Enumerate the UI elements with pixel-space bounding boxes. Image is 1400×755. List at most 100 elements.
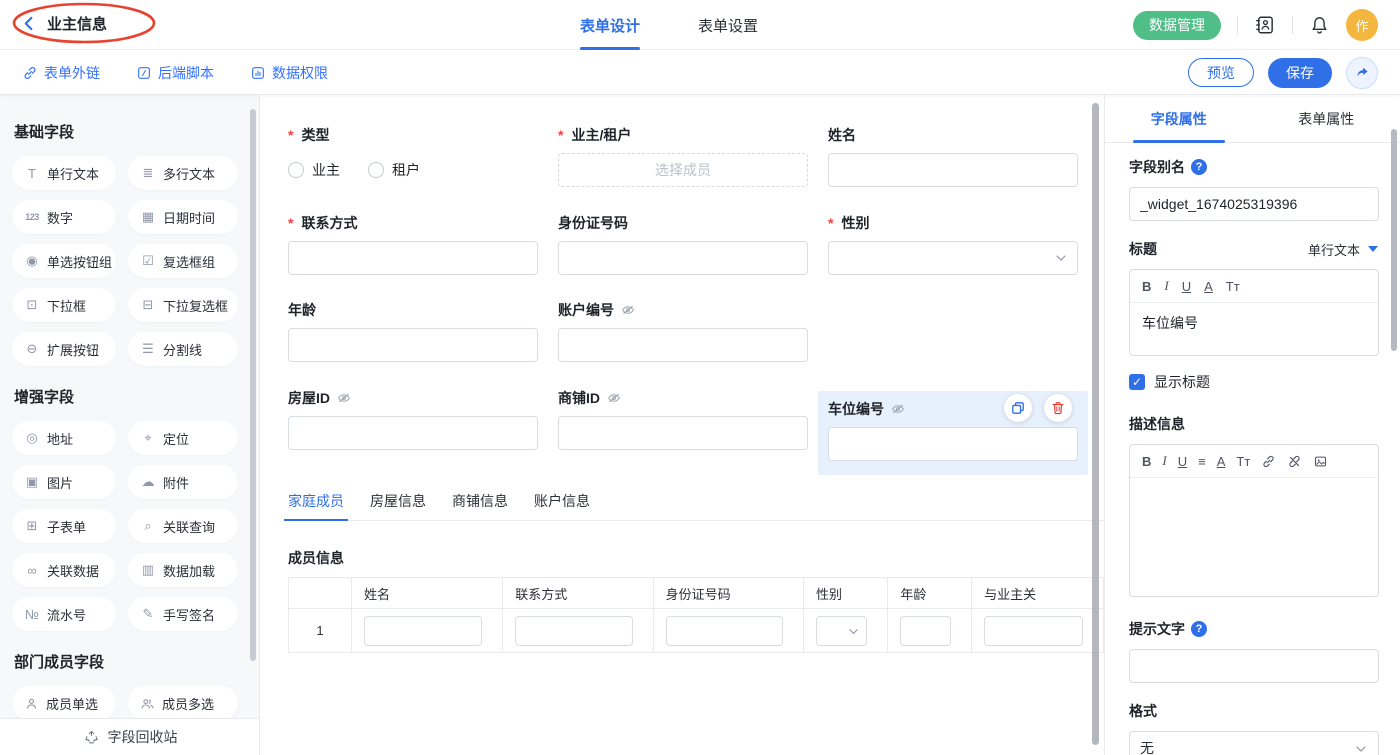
- italic-button[interactable]: I: [1164, 278, 1168, 294]
- radio-circle[interactable]: [368, 162, 384, 178]
- title-editor-content[interactable]: 车位编号: [1130, 303, 1378, 355]
- field-age[interactable]: 年龄: [288, 301, 538, 362]
- backend-script-action[interactable]: 后端脚本: [136, 63, 214, 83]
- field-pill-linked-query[interactable]: ⌕关联查询: [128, 509, 238, 543]
- cell-age-input[interactable]: [900, 616, 951, 646]
- field-recycle-bin[interactable]: 字段回收站: [0, 718, 260, 755]
- font-size-button[interactable]: Tт: [1226, 279, 1240, 294]
- font-color-button[interactable]: A: [1217, 454, 1226, 469]
- cell-contact-input[interactable]: [515, 616, 632, 646]
- hint-input[interactable]: [1129, 649, 1379, 683]
- field-pill-extend-button[interactable]: ⊖扩展按钮: [12, 332, 116, 366]
- cell-idcard-input[interactable]: [666, 616, 783, 646]
- notification-bell-icon[interactable]: [1309, 15, 1330, 36]
- field-pill-multi-line-text[interactable]: ≣多行文本: [128, 156, 238, 190]
- field-pill-address[interactable]: ◎地址: [12, 421, 116, 455]
- cell-name-input[interactable]: [364, 616, 482, 646]
- field-contact[interactable]: 联系方式: [288, 214, 538, 275]
- field-gender[interactable]: 性别: [828, 214, 1078, 275]
- field-house-id[interactable]: 房屋ID: [288, 389, 538, 450]
- field-pill-divider[interactable]: ☰分割线: [128, 332, 238, 366]
- field-type[interactable]: 类型 业主 租户: [288, 126, 538, 187]
- underline-button[interactable]: U: [1178, 454, 1187, 469]
- external-link-action[interactable]: 表单外链: [22, 63, 100, 83]
- field-pill-data-load[interactable]: ▥数据加载: [128, 553, 238, 587]
- field-pill-member-single[interactable]: 成员单选: [12, 686, 116, 720]
- description-editor-content[interactable]: [1130, 478, 1378, 596]
- copy-field-button[interactable]: [1004, 394, 1032, 422]
- tab-house-info[interactable]: 房屋信息: [370, 489, 426, 521]
- idcard-input[interactable]: [558, 241, 808, 275]
- user-avatar[interactable]: 作: [1346, 9, 1378, 41]
- help-icon[interactable]: ?: [1191, 621, 1207, 637]
- radio-circle[interactable]: [288, 162, 304, 178]
- parking-input[interactable]: [828, 427, 1078, 461]
- field-owner-tenant[interactable]: 业主/租户 选择成员: [558, 126, 808, 187]
- help-icon[interactable]: ?: [1191, 159, 1207, 175]
- font-size-button[interactable]: Tт: [1236, 454, 1250, 469]
- italic-button[interactable]: I: [1162, 453, 1166, 469]
- tab-form-properties[interactable]: 表单属性: [1253, 95, 1400, 142]
- insert-link-icon[interactable]: [1261, 454, 1276, 469]
- format-select[interactable]: 无: [1129, 731, 1379, 755]
- field-pill-multi-dropdown[interactable]: ⊟下拉复选框: [128, 288, 238, 322]
- show-title-checkbox-row[interactable]: ✓ 显示标题: [1129, 372, 1378, 392]
- cell-gender-select[interactable]: [816, 616, 867, 646]
- field-name[interactable]: 姓名: [828, 126, 1078, 187]
- checkbox-checked-icon[interactable]: ✓: [1129, 374, 1145, 390]
- insert-image-icon[interactable]: [1313, 454, 1328, 469]
- field-pill-checkbox-group[interactable]: ☑复选框组: [128, 244, 238, 278]
- radio-option-tenant[interactable]: 租户: [368, 160, 420, 180]
- field-pill-linked-data[interactable]: ∞关联数据: [12, 553, 116, 587]
- tab-form-settings[interactable]: 表单设置: [698, 0, 758, 50]
- field-account[interactable]: 账户编号: [558, 301, 808, 362]
- tab-field-properties[interactable]: 字段属性: [1105, 95, 1253, 142]
- back-button[interactable]: 业主信息: [22, 13, 107, 34]
- tab-shop-info[interactable]: 商铺信息: [452, 489, 508, 521]
- save-button[interactable]: 保存: [1268, 58, 1332, 88]
- tab-account-info[interactable]: 账户信息: [534, 489, 590, 521]
- delete-field-button[interactable]: [1044, 394, 1072, 422]
- bold-button[interactable]: B: [1142, 279, 1151, 294]
- field-pill-dropdown[interactable]: ⊡下拉框: [12, 288, 116, 322]
- field-shop-id[interactable]: 商铺ID: [558, 389, 808, 450]
- underline-button[interactable]: U: [1182, 279, 1191, 294]
- field-pill-datetime[interactable]: ▦日期时间: [128, 200, 238, 234]
- field-pill-serial-number[interactable]: №流水号: [12, 597, 116, 631]
- field-pill-number[interactable]: 123数字: [12, 200, 116, 234]
- alias-input[interactable]: [1129, 187, 1379, 221]
- data-permission-action[interactable]: 数据权限: [250, 63, 328, 83]
- bold-button[interactable]: B: [1142, 454, 1151, 469]
- widget-type-dropdown[interactable]: 单行文本: [1308, 240, 1378, 259]
- data-manage-button[interactable]: 数据管理: [1133, 11, 1221, 40]
- remove-link-icon[interactable]: [1287, 454, 1302, 469]
- field-pill-single-line-text[interactable]: T单行文本: [12, 156, 116, 190]
- contact-input[interactable]: [288, 241, 538, 275]
- sidebar-scrollbar[interactable]: [250, 109, 256, 661]
- field-pill-member-multi[interactable]: 成员多选: [128, 686, 238, 720]
- align-button[interactable]: ≡: [1198, 454, 1206, 469]
- field-pill-attachment[interactable]: ☁附件: [128, 465, 238, 499]
- age-input[interactable]: [288, 328, 538, 362]
- preview-button[interactable]: 预览: [1188, 58, 1254, 87]
- member-picker[interactable]: 选择成员: [558, 153, 808, 187]
- field-pill-radio-group[interactable]: ◉单选按钮组: [12, 244, 116, 278]
- share-button[interactable]: [1346, 57, 1378, 89]
- field-idcard[interactable]: 身份证号码: [558, 214, 808, 275]
- radio-option-owner[interactable]: 业主: [288, 160, 340, 180]
- account-input[interactable]: [558, 328, 808, 362]
- tab-family-members[interactable]: 家庭成员: [288, 489, 344, 521]
- field-pill-image[interactable]: ▣图片: [12, 465, 116, 499]
- field-pill-subform[interactable]: ⊞子表单: [12, 509, 116, 543]
- tab-form-design[interactable]: 表单设计: [580, 0, 640, 50]
- contacts-book-icon[interactable]: [1254, 14, 1276, 36]
- name-input[interactable]: [828, 153, 1078, 187]
- house-id-input[interactable]: [288, 416, 538, 450]
- canvas-scrollbar[interactable]: [1092, 103, 1099, 745]
- font-color-button[interactable]: A: [1204, 279, 1213, 294]
- field-pill-location[interactable]: ⌖定位: [128, 421, 238, 455]
- shop-id-input[interactable]: [558, 416, 808, 450]
- panel-scrollbar[interactable]: [1391, 129, 1397, 351]
- field-pill-signature[interactable]: ✎手写签名: [128, 597, 238, 631]
- gender-select[interactable]: [828, 241, 1078, 275]
